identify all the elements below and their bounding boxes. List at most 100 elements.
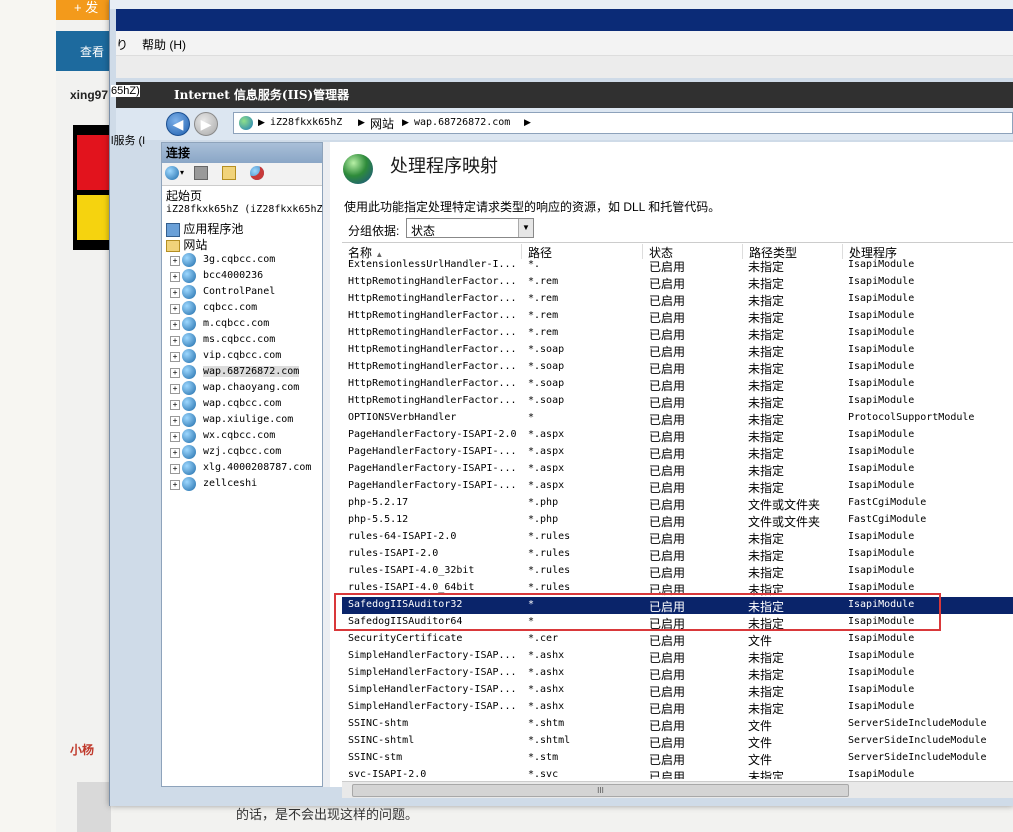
- toolbar-strip: [116, 56, 1013, 78]
- table-row[interactable]: ExtensionlessUrlHandler-I... *. 已启用 未指定 Isap…: [342, 257, 1013, 274]
- table-cell: IsapiModule: [848, 701, 915, 712]
- tree-sites[interactable]: 网站: [166, 236, 207, 253]
- table-cell: 未指定: [748, 464, 785, 478]
- table-row[interactable]: SecurityCertificate *.cer 已启用 文件 IsapiModule: [342, 631, 1013, 648]
- column-header-handler[interactable]: 处理程序: [843, 244, 1013, 260]
- tree-server[interactable]: iZ28fkxk65hZ (iZ28fkxk65hZ: [166, 204, 323, 215]
- horizontal-scrollbar[interactable]: III: [342, 781, 1013, 798]
- table-row[interactable]: PageHandlerFactory-ISAPI-2.0 *.aspx 已启用 未指定…: [342, 427, 1013, 444]
- chevron-down-icon[interactable]: ▼: [518, 219, 533, 237]
- column-header-name[interactable]: 名称 ▲: [342, 244, 522, 260]
- table-row[interactable]: HttpRemotingHandlerFactor... *.rem 已启用 未指定 I…: [342, 308, 1013, 325]
- expand-icon[interactable]: +: [170, 288, 180, 298]
- expand-icon[interactable]: +: [170, 352, 180, 362]
- tree-sites-label: 网站: [183, 238, 208, 252]
- expand-icon[interactable]: +: [170, 256, 180, 266]
- breadcrumb-arrow-icon[interactable]: ▶: [358, 117, 365, 128]
- breadcrumb-arrow-icon[interactable]: ▶: [524, 117, 531, 128]
- column-header-path[interactable]: 路径: [522, 244, 643, 260]
- group-by-select[interactable]: 状态 ▼: [406, 218, 534, 238]
- expand-icon[interactable]: +: [170, 448, 180, 458]
- table-row[interactable]: SimpleHandlerFactory-ISAP... *.ashx 已启用 未指定…: [342, 682, 1013, 699]
- app-pool-icon: [166, 222, 180, 237]
- table-row[interactable]: HttpRemotingHandlerFactor... *.rem 已启用 未指定 I…: [342, 325, 1013, 342]
- table-row[interactable]: HttpRemotingHandlerFactor... *.soap 已启用 未指定…: [342, 376, 1013, 393]
- breadcrumb-server[interactable]: iZ28fkxk65hZ: [270, 117, 342, 128]
- inner-titlebar[interactable]: [116, 9, 1013, 31]
- forward-button[interactable]: ▶: [194, 112, 218, 136]
- expand-icon[interactable]: +: [170, 368, 180, 378]
- window-titlebar[interactable]: [110, 0, 1013, 9]
- table-cell: *.shtml: [528, 735, 571, 746]
- bg-view-button[interactable]: 查看: [56, 31, 111, 71]
- table-cell: IsapiModule: [848, 429, 915, 440]
- table-row[interactable]: rules-64-ISAPI-2.0 *.rules 已启用 未指定 IsapiModu…: [342, 529, 1013, 546]
- expand-icon[interactable]: +: [170, 432, 180, 442]
- back-button[interactable]: ◀: [166, 112, 190, 136]
- table-cell: 未指定: [748, 532, 785, 546]
- table-row[interactable]: PageHandlerFactory-ISAPI-... *.aspx 已启用 未指定…: [342, 444, 1013, 461]
- expand-icon[interactable]: +: [170, 320, 180, 330]
- site-globe-icon: [182, 429, 196, 443]
- connect-globe-icon[interactable]: [165, 166, 179, 180]
- bg-add-button[interactable]: + 发: [56, 0, 111, 20]
- table-cell: IsapiModule: [848, 582, 915, 593]
- menu-item-partial[interactable]: り: [116, 36, 128, 53]
- table-row[interactable]: OPTIONSVerbHandler * 已启用 未指定 ProtocolSupport…: [342, 410, 1013, 427]
- tree-app-pools[interactable]: 应用程序池: [166, 220, 243, 237]
- table-row[interactable]: PageHandlerFactory-ISAPI-... *.aspx 已启用 未指定…: [342, 478, 1013, 495]
- table-row[interactable]: SimpleHandlerFactory-ISAP... *.ashx 已启用 未指定…: [342, 665, 1013, 682]
- table-row[interactable]: SimpleHandlerFactory-ISAP... *.ashx 已启用 未指定…: [342, 648, 1013, 665]
- table-cell: *.rem: [528, 276, 559, 287]
- table-row[interactable]: php-5.2.17 *.php 已启用 文件或文件夹 FastCgiModule: [342, 495, 1013, 512]
- table-row[interactable]: rules-ISAPI-4.0_32bit *.rules 已启用 未指定 IsapiM…: [342, 563, 1013, 580]
- bg-username-2[interactable]: 小杨: [70, 741, 94, 758]
- table-row[interactable]: SSINC-shtml *.shtml 已启用 文件 ServerSideInclude…: [342, 733, 1013, 750]
- table-row[interactable]: SSINC-shtm *.shtm 已启用 文件 ServerSideIncludeMo…: [342, 716, 1013, 733]
- table-row[interactable]: PageHandlerFactory-ISAPI-... *.aspx 已启用 未指定…: [342, 461, 1013, 478]
- table-row[interactable]: rules-ISAPI-2.0 *.rules 已启用 未指定 IsapiModule: [342, 546, 1013, 563]
- address-field[interactable]: ▶ iZ28fkxk65hZ ▶ 网站 ▶ wap.68726872.com ▶: [233, 112, 1013, 134]
- table-row[interactable]: SimpleHandlerFactory-ISAP... *.ashx 已启用 未指定…: [342, 699, 1013, 716]
- column-header-state[interactable]: 状态: [643, 244, 743, 260]
- table-cell: 已启用: [649, 396, 686, 410]
- tree-site-label: wzj.cqbcc.com: [203, 446, 282, 457]
- table-header: 名称 ▲ 路径 状态 路径类型 处理程序: [342, 243, 1013, 260]
- folder-up-icon[interactable]: [222, 166, 236, 180]
- expand-icon[interactable]: +: [170, 416, 180, 426]
- table-row[interactable]: HttpRemotingHandlerFactor... *.soap 已启用 未指定…: [342, 342, 1013, 359]
- breadcrumb-arrow-icon[interactable]: ▶: [402, 117, 409, 128]
- table-row[interactable]: HttpRemotingHandlerFactor... *.rem 已启用 未指定 I…: [342, 274, 1013, 291]
- expand-icon[interactable]: +: [170, 464, 180, 474]
- table-cell: IsapiModule: [848, 633, 915, 644]
- pane-splitter[interactable]: [323, 142, 330, 787]
- table-cell: IsapiModule: [848, 548, 915, 559]
- breadcrumb-arrow-icon[interactable]: ▶: [258, 117, 265, 128]
- table-row[interactable]: SSINC-stm *.stm 已启用 文件 ServerSideIncludeModu…: [342, 750, 1013, 767]
- breadcrumb-site[interactable]: wap.68726872.com: [414, 117, 510, 128]
- table-cell: 未指定: [748, 345, 785, 359]
- column-header-path-type[interactable]: 路径类型: [743, 244, 843, 260]
- tree-site-label: bcc4000236: [203, 270, 264, 281]
- expand-icon[interactable]: +: [170, 336, 180, 346]
- breadcrumb-sites[interactable]: 网站: [370, 115, 394, 132]
- table-row[interactable]: HttpRemotingHandlerFactor... *.soap 已启用 未指定…: [342, 393, 1013, 410]
- expand-icon[interactable]: +: [170, 272, 180, 282]
- expand-icon[interactable]: +: [170, 400, 180, 410]
- table-row[interactable]: HttpRemotingHandlerFactor... *.soap 已启用 未指定…: [342, 359, 1013, 376]
- dropdown-arrow-icon[interactable]: ▾: [180, 166, 194, 180]
- tree-start-page[interactable]: 起始页: [166, 187, 202, 204]
- table-row[interactable]: svc-ISAPI-2.0 *.svc 已启用 未指定 IsapiModule: [342, 767, 1013, 779]
- expand-icon[interactable]: +: [170, 304, 180, 314]
- disconnect-icon[interactable]: [250, 166, 264, 180]
- menu-item-help[interactable]: 帮助 (H): [142, 36, 186, 53]
- save-icon[interactable]: [194, 166, 208, 180]
- table-cell: 未指定: [748, 362, 785, 376]
- table-row[interactable]: HttpRemotingHandlerFactor... *.rem 已启用 未指定 I…: [342, 291, 1013, 308]
- table-row[interactable]: php-5.5.12 *.php 已启用 文件或文件夹 FastCgiModule: [342, 512, 1013, 529]
- scrollbar-thumb[interactable]: III: [352, 784, 849, 797]
- expand-icon[interactable]: +: [170, 480, 180, 490]
- expand-icon[interactable]: +: [170, 384, 180, 394]
- table-cell: SimpleHandlerFactory-ISAP...: [348, 701, 517, 712]
- bg-username[interactable]: xing97: [70, 88, 108, 102]
